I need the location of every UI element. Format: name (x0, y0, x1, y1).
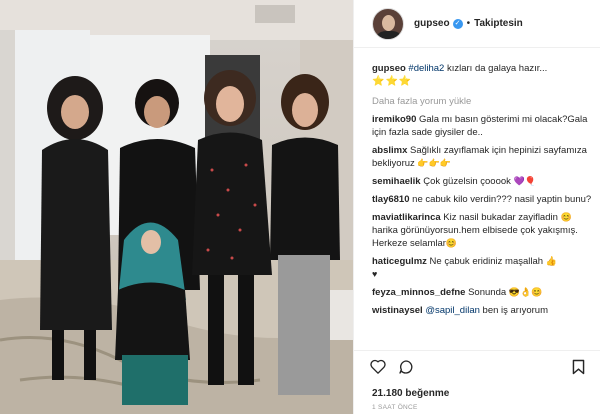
post-header: gupseo ✓ • Takiptesin (354, 0, 600, 48)
comment-text: ne cabuk kilo verdin??? nasil yaptin bun… (409, 194, 592, 205)
comment-username[interactable]: semihaelik (372, 176, 421, 187)
comment-text: Çok güzelsin çooook (420, 176, 514, 187)
heart-icon[interactable] (370, 359, 386, 374)
likes-count[interactable]: 21.180 beğenme (372, 388, 449, 399)
comment-text: Kiz nasil bukadar zayifladin (440, 212, 561, 223)
comment-item: semihaelik Çok güzelsin çooook 💜🎈 (372, 175, 594, 188)
follow-status-button[interactable]: Takiptesin (474, 18, 523, 29)
comment-emoji: 😊 (560, 212, 572, 222)
comment-emoji: 👍 (545, 256, 557, 266)
caption-username[interactable]: gupseo (372, 63, 406, 74)
avatar[interactable] (372, 7, 404, 40)
comment-text-continued: harika görünüyorsun.hem elbisede çok yak… (372, 225, 578, 249)
post-photo[interactable] (0, 0, 353, 414)
bookmark-icon[interactable] (572, 359, 585, 375)
comments-list: gupseo #deliha2 kızları da galaya hazır.… (372, 62, 594, 322)
comment-username[interactable]: wistinaysel (372, 305, 423, 316)
comment-item: tlay6810 ne cabuk kilo verdin??? nasil y… (372, 193, 594, 206)
caption-hashtag[interactable]: #deliha2 (408, 63, 444, 74)
comment-text: Ne çabuk eridiniz maşallah (426, 256, 546, 267)
comment-text: Sonunda (465, 287, 509, 298)
verified-badge-icon: ✓ (452, 18, 463, 29)
comment-username[interactable]: feyza_minnos_defne (372, 287, 465, 298)
comment-item: feyza_minnos_defne Sonunda 😎👌😊 (372, 286, 594, 299)
comment-username[interactable]: haticegulmz (372, 256, 427, 267)
comment-item: wistinaysel @sapil_dilan ben iş arıyorum (372, 304, 594, 317)
comment-text: ben iş arıyorum (479, 305, 549, 316)
comment-emoji: 👉👉👉 (417, 158, 452, 168)
comment-emoji: 😊 (445, 238, 458, 248)
header-separator: • (466, 18, 471, 29)
comment-icon[interactable] (398, 359, 414, 375)
caption: gupseo #deliha2 kızları da galaya hazır.… (372, 62, 594, 88)
comment-username[interactable]: iremiko90 (372, 114, 416, 125)
comment-item: haticegulmz Ne çabuk eridiniz maşallah 👍… (372, 255, 594, 281)
comment-emoji: 💜🎈 (513, 176, 536, 186)
comment-item: abslimx Sağlıklı zayıflamak için hepiniz… (372, 144, 594, 170)
comment-item: iremiko90 Gala mı basın gösterimi mi ola… (372, 113, 594, 139)
group-photo-illustration (0, 0, 353, 414)
post-actions: 21.180 beğenme 1 SAAT ÖNCE (354, 350, 600, 414)
comment-emoji: 😎👌😊 (508, 287, 543, 297)
instagram-post: gupseo ✓ • Takiptesin gupseo #deliha2 kı… (0, 0, 600, 414)
comment-username[interactable]: abslimx (372, 145, 407, 156)
comment-mention[interactable]: @sapil_dilan (425, 305, 480, 316)
load-more-comments-button[interactable]: Daha fazla yorum yükle (372, 96, 594, 107)
heart-emoji: ♥ (372, 269, 378, 279)
caption-stars: ⭐⭐⭐ (372, 76, 413, 87)
post-timestamp: 1 SAAT ÖNCE (372, 404, 418, 411)
comment-item: maviatlikarinca Kiz nasil bukadar zayifl… (372, 211, 594, 250)
action-icons (370, 359, 414, 375)
caption-text: kızları da galaya hazır... (444, 63, 548, 74)
comment-username[interactable]: tlay6810 (372, 194, 410, 205)
header-username[interactable]: gupseo (414, 18, 450, 29)
comment-username[interactable]: maviatlikarinca (372, 212, 441, 223)
post-sidebar: gupseo ✓ • Takiptesin gupseo #deliha2 kı… (353, 0, 600, 414)
